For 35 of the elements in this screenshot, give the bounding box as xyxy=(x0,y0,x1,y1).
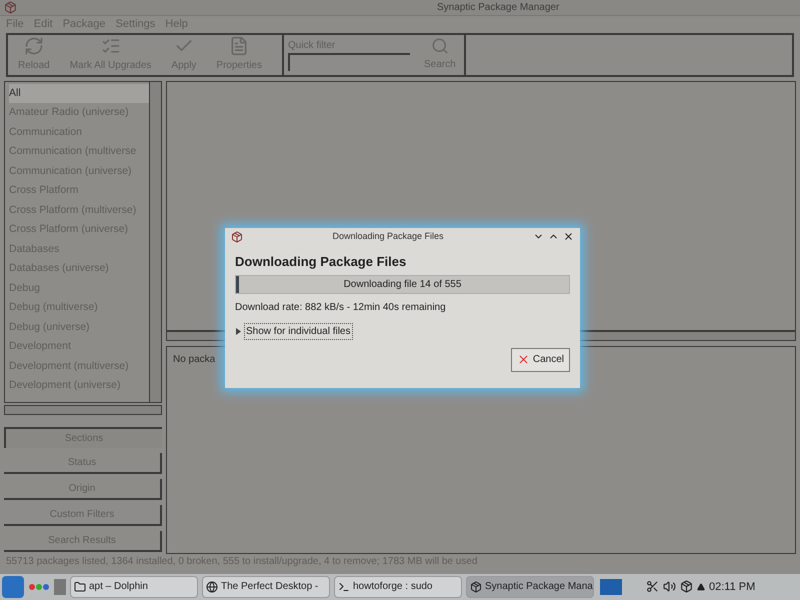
scissors-icon[interactable] xyxy=(646,580,659,594)
pager-preview[interactable] xyxy=(600,578,622,595)
expand-icon[interactable] xyxy=(697,582,705,591)
scrollbar[interactable] xyxy=(149,82,161,402)
section-item[interactable]: All xyxy=(9,84,149,104)
clock[interactable]: 02:11 PM xyxy=(709,578,756,596)
dialog-heading: Downloading Package Files xyxy=(235,253,408,271)
start-menu-icon[interactable] xyxy=(2,576,24,598)
app-icon xyxy=(4,1,17,14)
task-icon xyxy=(470,580,482,593)
close-icon[interactable] xyxy=(563,231,574,242)
dialog-title: Downloading Package Files xyxy=(331,230,445,243)
expander-toggle[interactable]: Show for individual files xyxy=(244,322,352,340)
toolbar-icon xyxy=(24,36,44,56)
pager-icon[interactable] xyxy=(28,582,50,591)
taskbar-button[interactable]: Synaptic Package Mana xyxy=(466,576,594,598)
search-icon xyxy=(430,37,449,56)
details-text: No packa xyxy=(173,354,216,365)
toolbar-icon xyxy=(229,36,250,56)
task-icon xyxy=(338,580,350,593)
package-icon[interactable] xyxy=(680,580,693,594)
scrollbar[interactable] xyxy=(4,404,162,415)
app-icon xyxy=(231,230,243,242)
task-icon xyxy=(206,580,218,593)
progress-text: Downloading file 14 of 555 xyxy=(342,278,462,292)
window-title: Synaptic Package Manager xyxy=(437,1,560,15)
download-rate: Download rate: 882 kB/s - 12min 40s remaining xyxy=(235,300,447,314)
cancel-icon xyxy=(516,353,530,366)
task-icon xyxy=(74,580,86,593)
taskbar-button[interactable]: apt – Dolphin xyxy=(70,576,198,598)
taskbar-button[interactable]: The Perfect Desktop - xyxy=(202,576,330,598)
expander-arrow-icon[interactable] xyxy=(235,328,241,334)
taskbar-button[interactable]: howtoforge : sudo xyxy=(334,576,462,598)
cancel-button[interactable]: Cancel xyxy=(510,348,570,372)
volume-icon[interactable] xyxy=(663,580,676,594)
